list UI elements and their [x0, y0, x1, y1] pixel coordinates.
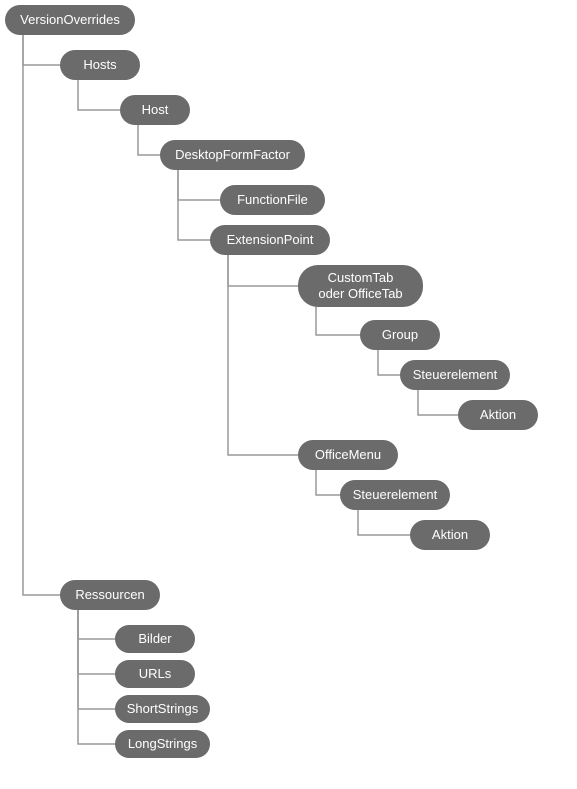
node-ressourcen: Ressourcen — [60, 580, 160, 610]
node-functionFile: FunctionFile — [220, 185, 325, 215]
node-shortStrings: ShortStrings — [115, 695, 210, 723]
node-customTab: CustomTab oder OfficeTab — [298, 265, 423, 307]
node-officeMenu: OfficeMenu — [298, 440, 398, 470]
node-hosts: Hosts — [60, 50, 140, 80]
node-aktion1: Aktion — [458, 400, 538, 430]
node-desktopFormFactor: DesktopFormFactor — [160, 140, 305, 170]
node-bilder: Bilder — [115, 625, 195, 653]
node-longStrings: LongStrings — [115, 730, 210, 758]
node-group: Group — [360, 320, 440, 350]
node-urls: URLs — [115, 660, 195, 688]
node-steuerelement2: Steuerelement — [340, 480, 450, 510]
node-aktion2: Aktion — [410, 520, 490, 550]
node-steuerelement1: Steuerelement — [400, 360, 510, 390]
connection-lines — [0, 0, 577, 789]
node-versionOverrides: VersionOverrides — [5, 5, 135, 35]
diagram-container: VersionOverrides Hosts Host DesktopFormFact… — [0, 0, 577, 789]
node-host: Host — [120, 95, 190, 125]
node-extensionPoint: ExtensionPoint — [210, 225, 330, 255]
